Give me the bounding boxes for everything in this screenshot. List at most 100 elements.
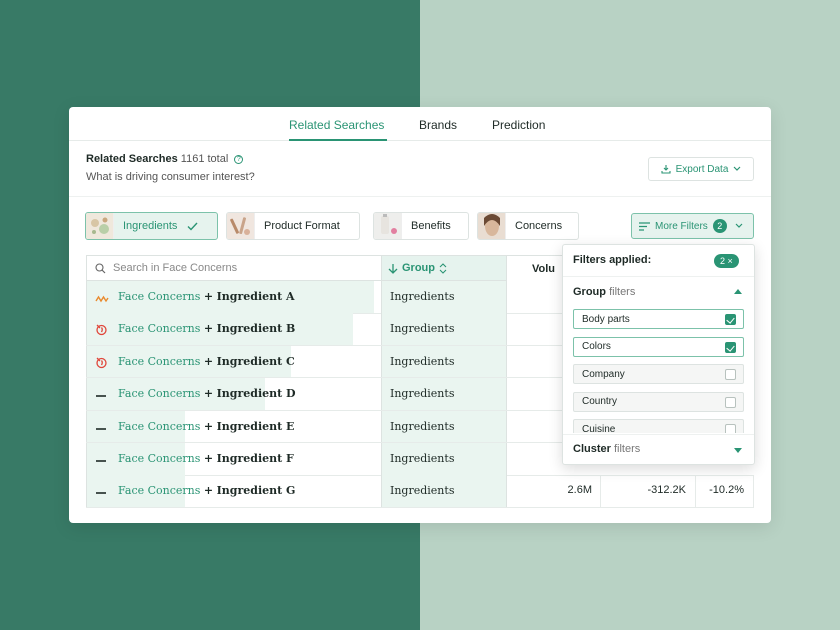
- search-term: Face Concerns + Ingredient G: [118, 484, 295, 497]
- arrow-down-icon: [388, 263, 398, 274]
- sort-icon: [439, 262, 447, 274]
- tab-prediction[interactable]: Prediction: [492, 118, 545, 132]
- export-data-button[interactable]: Export Data: [648, 157, 754, 181]
- term-name: Ingredient F: [216, 452, 294, 465]
- search-term-cell: Face Concerns + Ingredient A: [86, 281, 382, 313]
- term-prefix: Face Concerns: [118, 484, 201, 498]
- group-cell: Ingredients: [382, 345, 507, 378]
- help-icon[interactable]: ?: [234, 155, 244, 164]
- group-filters-heading[interactable]: Group filters: [573, 286, 635, 298]
- chip-concerns[interactable]: Concerns: [477, 212, 579, 240]
- checkmark-icon: [726, 315, 735, 324]
- change-pct-cell: -10.2%: [709, 484, 744, 497]
- trending-wave-icon: [95, 291, 109, 303]
- table-row[interactable]: Face Concerns + Ingredient G Ingredients…: [86, 475, 754, 508]
- group-cell: Ingredients: [382, 410, 507, 443]
- header-divider: [69, 196, 771, 197]
- volume-column-header[interactable]: Volu: [507, 255, 567, 281]
- chip-ingredients[interactable]: Ingredients: [85, 212, 218, 240]
- chip-label: Benefits: [411, 220, 451, 232]
- search-term-cell: Face Concerns + Ingredient F: [86, 443, 382, 475]
- filter-option[interactable]: Country: [573, 391, 744, 412]
- cell-divider: [753, 475, 754, 507]
- cell-divider: [695, 475, 696, 507]
- tab-related-searches[interactable]: Related Searches: [289, 118, 384, 132]
- dash-icon: [95, 485, 109, 497]
- title-text: Related Searches: [86, 153, 178, 165]
- filter-lines-icon: [639, 221, 650, 231]
- term-plus: +: [203, 452, 214, 465]
- search-icon: [95, 262, 106, 273]
- search-input[interactable]: Search in Face Concerns: [113, 262, 237, 274]
- filter-option[interactable]: Colors: [573, 336, 744, 357]
- checkbox[interactable]: [725, 314, 736, 325]
- term-plus: +: [203, 354, 214, 368]
- benefits-thumbnail: [374, 213, 402, 239]
- chevron-down-icon: [735, 223, 743, 228]
- search-term-cell: Face Concerns + Ingredient D: [86, 378, 382, 410]
- cluster-filters-rest: filters: [613, 443, 641, 455]
- group-cell: Ingredients: [382, 378, 507, 410]
- group-cell: Ingredients: [382, 281, 507, 313]
- search-term: Face Concerns + Ingredient B: [118, 322, 295, 335]
- chip-label: Ingredients: [123, 220, 178, 232]
- search-term: Face Concerns + Ingredient F: [118, 452, 294, 465]
- group-column-header[interactable]: Group: [382, 255, 507, 281]
- filter-option-label: Colors: [582, 341, 611, 352]
- export-label: Export Data: [675, 163, 729, 175]
- ingredients-thumbnail: [86, 213, 114, 239]
- caret-up-icon[interactable]: [734, 289, 742, 294]
- search-term-cell: Face Concerns + Ingredient B: [86, 313, 382, 345]
- chip-label: Concerns: [515, 220, 563, 232]
- more-filters-button[interactable]: More Filters 2: [631, 213, 754, 239]
- term-prefix: Face Concerns: [118, 290, 201, 303]
- term-plus: +: [203, 322, 214, 336]
- checkbox[interactable]: [725, 424, 736, 433]
- product-format-thumbnail: [227, 213, 255, 239]
- group-cell: Ingredients: [382, 443, 507, 475]
- term-prefix: Face Concerns: [118, 354, 201, 368]
- clear-filters-badge[interactable]: 2 ×: [714, 254, 739, 268]
- download-icon: [661, 165, 671, 174]
- term-name: Ingredient E: [216, 419, 295, 433]
- filter-option[interactable]: Company: [573, 364, 744, 384]
- caret-down-icon[interactable]: [734, 448, 742, 453]
- group-filter-options: Body parts Colors Company Country Cuisin…: [573, 309, 744, 433]
- term-name: Ingredient C: [216, 354, 295, 368]
- dash-icon: [95, 388, 109, 400]
- term-name: Ingredient D: [216, 387, 296, 401]
- chip-product-format[interactable]: Product Format: [226, 212, 360, 240]
- checkbox[interactable]: [725, 369, 736, 380]
- term-prefix: Face Concerns: [118, 452, 201, 465]
- tab-brands[interactable]: Brands: [419, 118, 457, 132]
- chip-benefits[interactable]: Benefits: [373, 212, 469, 240]
- search-term: Face Concerns + Ingredient D: [118, 387, 296, 400]
- search-term-cell: Face Concerns + Ingredient E: [86, 410, 382, 443]
- term-name: Ingredient G: [216, 484, 296, 498]
- volume-cell: 2.6M: [567, 484, 592, 497]
- group-header-label: Group: [402, 262, 435, 274]
- filter-option-label: Company: [582, 368, 625, 380]
- term-name: Ingredient A: [216, 290, 295, 303]
- search-term-cell: Face Concerns + Ingredient G: [86, 475, 382, 507]
- cluster-filters-heading[interactable]: Cluster filters: [573, 443, 640, 455]
- concerns-thumbnail: [478, 213, 506, 239]
- search-term: Face Concerns + Ingredient E: [118, 420, 294, 433]
- checkbox[interactable]: [725, 341, 736, 353]
- filter-option-label: Cuisine: [582, 423, 616, 434]
- checkbox[interactable]: [725, 396, 736, 408]
- filter-option[interactable]: Body parts: [573, 309, 744, 329]
- group-filters-rest: filters: [609, 286, 636, 298]
- checkmark-icon: [726, 342, 735, 352]
- table-search[interactable]: Search in Face Concerns: [86, 255, 382, 281]
- term-prefix: Face Concerns: [118, 387, 201, 401]
- filter-option[interactable]: Cuisine: [573, 419, 744, 433]
- total-count: 1161 total: [180, 153, 229, 165]
- filter-count-badge: 2: [712, 219, 727, 233]
- fire-icon: [95, 356, 109, 368]
- dash-icon: [95, 453, 109, 465]
- dropdown-divider: [563, 434, 754, 435]
- term-plus: +: [203, 290, 214, 303]
- term-prefix: Face Concerns: [118, 419, 201, 433]
- dropdown-divider: [563, 276, 754, 277]
